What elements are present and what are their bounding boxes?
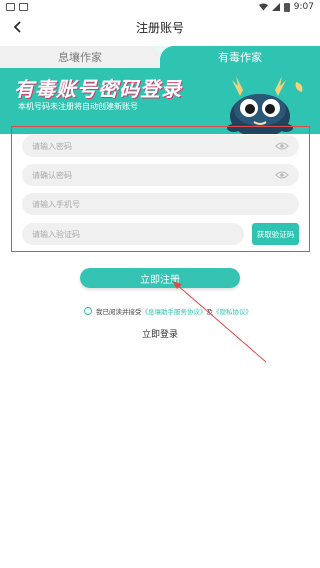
verification-code-field[interactable] <box>22 223 244 245</box>
monster-mascot-icon <box>227 76 303 134</box>
registration-form: 获取验证码 <box>11 126 310 252</box>
tab-youdu-author[interactable]: 有毒作家 <box>160 46 320 68</box>
get-code-button[interactable]: 获取验证码 <box>252 223 299 245</box>
eye-icon[interactable] <box>275 141 289 151</box>
confirm-password-input[interactable] <box>32 170 275 180</box>
phone-field[interactable] <box>22 193 299 215</box>
wifi-icon <box>258 3 268 11</box>
privacy-agreement-link[interactable]: 《隐私协议》 <box>213 306 252 316</box>
password-field[interactable] <box>22 135 299 157</box>
tab-xirang-author[interactable]: 息壤作家 <box>0 46 160 68</box>
status-icons-right: 9:07 <box>258 2 314 12</box>
back-button[interactable] <box>8 17 28 37</box>
author-tabs: 息壤作家 有毒作家 <box>0 46 320 68</box>
agreement-prefix: 我已阅读并接受 <box>96 308 142 316</box>
status-time: 9:07 <box>293 2 314 12</box>
password-input[interactable] <box>32 141 275 151</box>
login-link[interactable]: 立即登录 <box>0 327 320 340</box>
banner-title: 有毒账号密码登录 <box>14 77 182 101</box>
signal-icon <box>271 3 280 11</box>
login-banner: 有毒账号密码登录 本机号码未注册将自动创建新账号 <box>0 68 320 134</box>
image-icon <box>19 3 28 11</box>
register-button[interactable]: 立即注册 <box>80 268 240 288</box>
notification-icon <box>6 3 15 11</box>
page-title: 注册账号 <box>135 20 184 35</box>
agreement-checkbox[interactable] <box>84 307 92 315</box>
chevron-left-icon <box>13 21 21 33</box>
verification-code-input[interactable] <box>32 229 234 239</box>
battery-icon <box>283 2 290 12</box>
status-icons-left <box>6 3 28 11</box>
phone-input[interactable] <box>32 199 289 209</box>
nav-bar: 注册账号 <box>0 14 320 40</box>
agreement-row: 我已阅读并接受 《息壤助手服务协议》 及 《隐私协议》 <box>84 306 252 316</box>
status-bar: 9:07 <box>0 0 320 14</box>
banner-subtitle: 本机号码未注册将自动创建新账号 <box>18 102 138 111</box>
eye-icon[interactable] <box>275 170 289 180</box>
service-agreement-link[interactable]: 《息壤助手服务协议》 <box>142 306 207 316</box>
confirm-password-field[interactable] <box>22 164 299 186</box>
